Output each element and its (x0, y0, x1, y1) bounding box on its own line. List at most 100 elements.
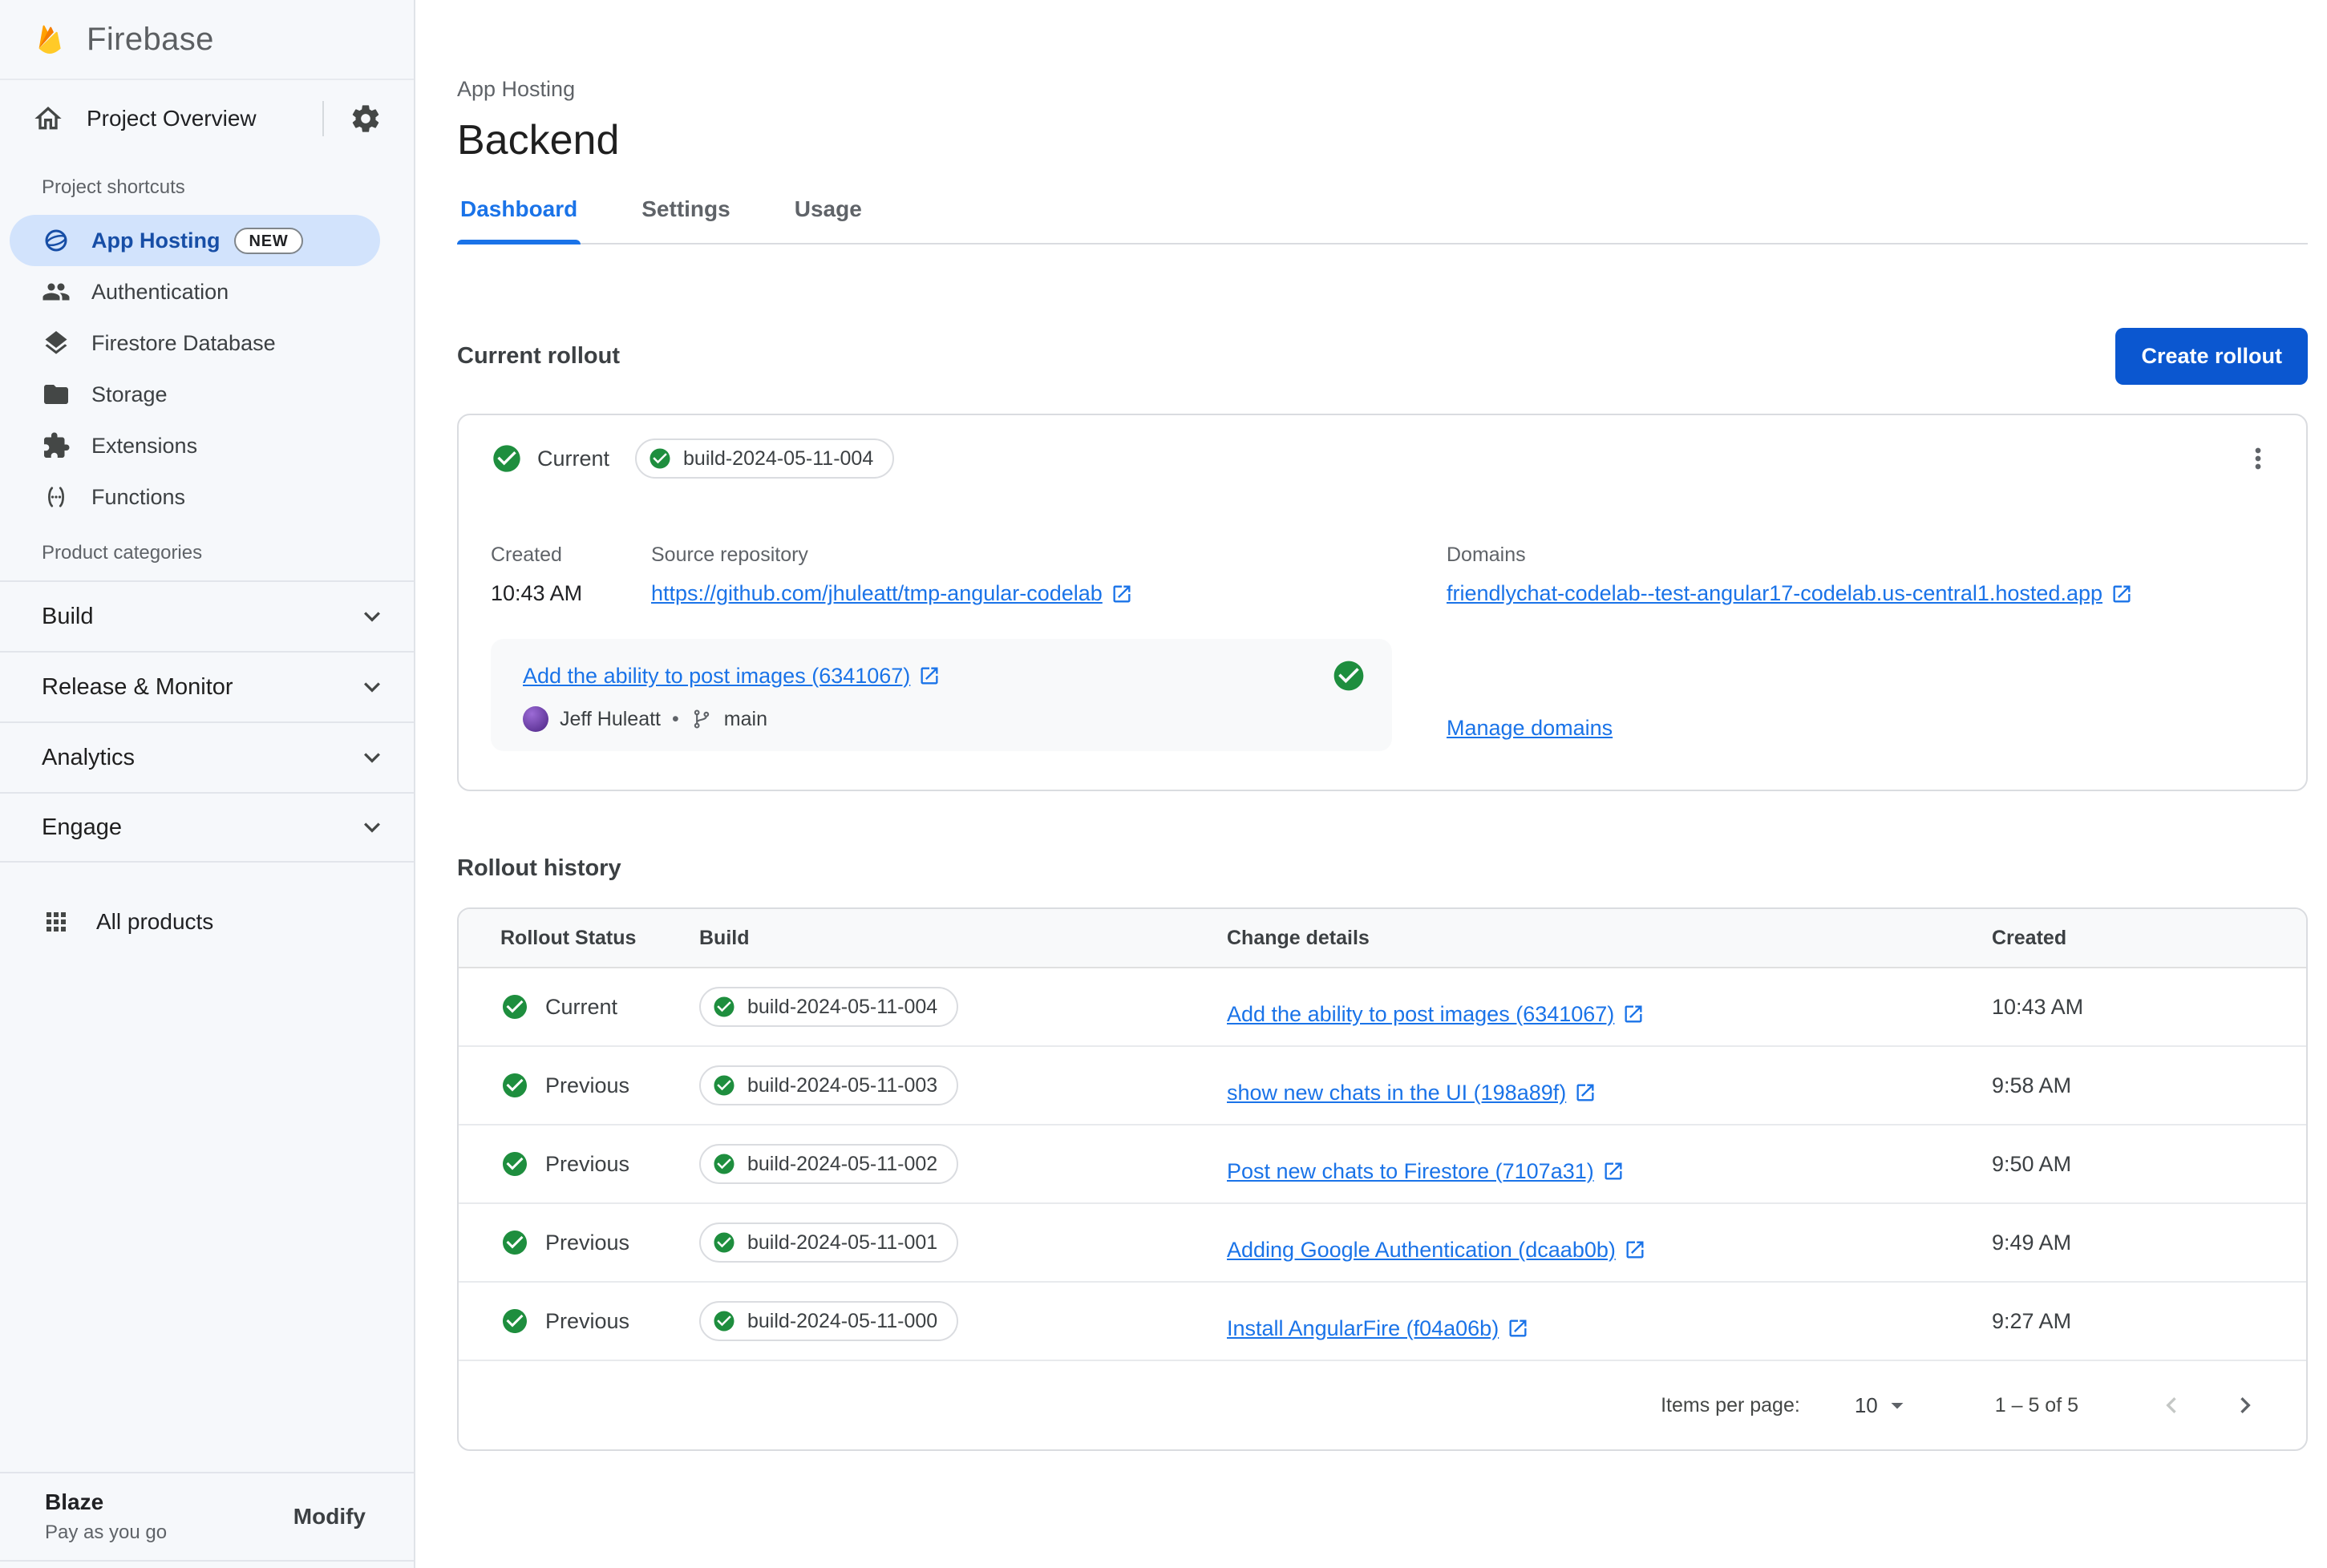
manage-domains-link[interactable]: Manage domains (1447, 716, 1613, 741)
sidebar: Firebase Project Overview Project shortc… (0, 0, 415, 1568)
pagination-range: 1 – 5 of 5 (1994, 1393, 2078, 1416)
rollout-status-label: Current (537, 446, 610, 471)
chevron-down-icon (356, 742, 388, 774)
sidebar-item-firestore-database[interactable]: Firestore Database (0, 317, 414, 369)
firebase-flame-icon (38, 25, 61, 54)
current-rollout-heading: Current rollout (457, 343, 620, 369)
check-circle-icon (712, 995, 736, 1019)
change-details-link[interactable]: Adding Google Authentication (dcaab0b) (1227, 1238, 1646, 1263)
external-link-icon (1111, 583, 1133, 605)
build-chip[interactable]: build-2024-05-11-000 (699, 1301, 959, 1341)
check-circle-icon (712, 1073, 736, 1097)
tab-usage[interactable]: Usage (791, 196, 865, 243)
main-content: App Hosting Backend Dashboard Settings U… (415, 0, 2327, 1568)
check-circle-icon (500, 1228, 529, 1257)
build-chip[interactable]: build-2024-05-11-002 (699, 1144, 959, 1184)
external-link-icon (1507, 1317, 1529, 1340)
external-link-icon (1624, 1239, 1646, 1261)
tab-bar: Dashboard Settings Usage (457, 196, 2308, 244)
rollout-history-table: Rollout Status Build Change details Crea… (457, 907, 2308, 1451)
category-build[interactable]: Build (0, 580, 414, 651)
external-link-icon (2110, 583, 2133, 605)
column-header-build: Build (699, 926, 750, 949)
check-circle-icon (500, 1307, 529, 1336)
source-repository-link[interactable]: https://github.com/jhuleatt/tmp-angular-… (651, 581, 1133, 606)
sidebar-item-project-overview[interactable]: Project Overview (87, 106, 306, 131)
build-chip[interactable]: build-2024-05-11-004 (635, 438, 895, 479)
change-details-link[interactable]: Add the ability to post images (6341067) (1227, 1002, 1645, 1027)
sidebar-item-label: Firestore Database (91, 330, 276, 355)
category-analytics[interactable]: Analytics (0, 721, 414, 792)
rollout-status: Previous (545, 1308, 630, 1333)
sidebar-item-label: Storage (91, 382, 168, 406)
check-circle-icon (712, 1152, 736, 1176)
card-overflow-menu-button[interactable] (2229, 430, 2287, 487)
domain-link[interactable]: friendlychat-codelab--test-angular17-cod… (1447, 581, 2133, 606)
current-rollout-card: Current build-2024-05-11-004 Created 10:… (457, 414, 2308, 791)
build-chip[interactable]: build-2024-05-11-004 (699, 987, 959, 1027)
create-rollout-button[interactable]: Create rollout (2115, 328, 2308, 385)
git-branch-icon (690, 708, 713, 730)
tab-settings[interactable]: Settings (638, 196, 733, 243)
table-row: Previous build-2024-05-11-001 Adding Goo… (459, 1204, 2306, 1283)
created-time: 9:27 AM (1992, 1308, 2072, 1333)
brand-name: Firebase (87, 21, 214, 57)
current-rollout-section-header: Current rollout Create rollout (457, 328, 2308, 385)
category-label: Build (42, 603, 94, 629)
project-shortcuts-label: Project shortcuts (42, 176, 185, 198)
created-time: 9:58 AM (1992, 1073, 2072, 1097)
breadcrumb: App Hosting (457, 77, 576, 101)
all-products-button[interactable]: All products (0, 885, 414, 959)
divider (0, 1560, 414, 1568)
items-per-page-select[interactable]: 10 (1855, 1391, 1912, 1420)
external-link-icon (1602, 1160, 1625, 1182)
category-label: Release & Monitor (42, 673, 233, 700)
modify-plan-button[interactable]: Modify (293, 1504, 366, 1530)
sidebar-item-storage[interactable]: Storage (0, 369, 414, 420)
rollout-status: Previous (545, 1151, 630, 1176)
project-settings-button[interactable] (340, 93, 391, 144)
rollout-status: Current (545, 994, 618, 1019)
created-time: 9:49 AM (1992, 1230, 2072, 1255)
rollout-details-left: Created 10:43 AM Source repository https… (491, 544, 1392, 751)
sidebar-item-functions[interactable]: Functions (0, 471, 414, 523)
sidebar-item-label: Functions (91, 484, 186, 509)
category-engage[interactable]: Engage (0, 792, 414, 863)
project-shortcuts-nav: App Hosting NEW Authentication Firestore… (0, 215, 414, 523)
firebase-console: Firebase Project Overview Project shortc… (0, 0, 2327, 1568)
check-circle-icon (491, 443, 523, 475)
firebase-logo[interactable]: Firebase (0, 0, 414, 80)
table-row: Previous build-2024-05-11-003 show new c… (459, 1047, 2306, 1125)
sidebar-item-label: App Hosting (91, 228, 221, 253)
change-details-link[interactable]: Post new chats to Firestore (7107a31) (1227, 1159, 1625, 1184)
app-hosting-icon (42, 226, 71, 255)
rollout-status: Previous (545, 1230, 630, 1255)
change-details-link[interactable]: show new chats in the UI (198a89f) (1227, 1081, 1597, 1105)
column-header-created: Created (1992, 926, 2067, 949)
sidebar-item-app-hosting[interactable]: App Hosting NEW (10, 215, 380, 266)
sidebar-item-authentication[interactable]: Authentication (0, 266, 414, 317)
product-categories-nav: Build Release & Monitor Analytics Engage (0, 580, 414, 863)
storage-icon (42, 380, 71, 409)
build-chip[interactable]: build-2024-05-11-003 (699, 1065, 959, 1105)
dropdown-arrow-icon (1883, 1391, 1912, 1420)
table-row: Current build-2024-05-11-004 Add the abi… (459, 968, 2306, 1047)
all-products-label: All products (96, 909, 214, 934)
branch-name: main (723, 707, 767, 730)
build-chip-label: build-2024-05-11-004 (683, 447, 874, 470)
commit-meta: Jeff Huleatt • main (523, 706, 1366, 732)
sidebar-item-label: Extensions (91, 433, 198, 458)
previous-page-button[interactable] (2155, 1389, 2187, 1421)
chevron-down-icon (356, 811, 388, 843)
table-header-row: Rollout Status Build Change details Crea… (459, 909, 2306, 968)
commit-link[interactable]: Add the ability to post images (6341067) (523, 664, 941, 689)
sidebar-item-extensions[interactable]: Extensions (0, 420, 414, 471)
items-per-page-label: Items per page: (1661, 1393, 1800, 1416)
next-page-button[interactable] (2229, 1389, 2261, 1421)
tab-dashboard[interactable]: Dashboard (457, 196, 581, 244)
new-badge: NEW (234, 227, 303, 254)
change-details-link[interactable]: Install AngularFire (f04a06b) (1227, 1316, 1529, 1341)
category-release-monitor[interactable]: Release & Monitor (0, 651, 414, 721)
more-vert-icon (2242, 443, 2274, 475)
build-chip[interactable]: build-2024-05-11-001 (699, 1222, 959, 1263)
